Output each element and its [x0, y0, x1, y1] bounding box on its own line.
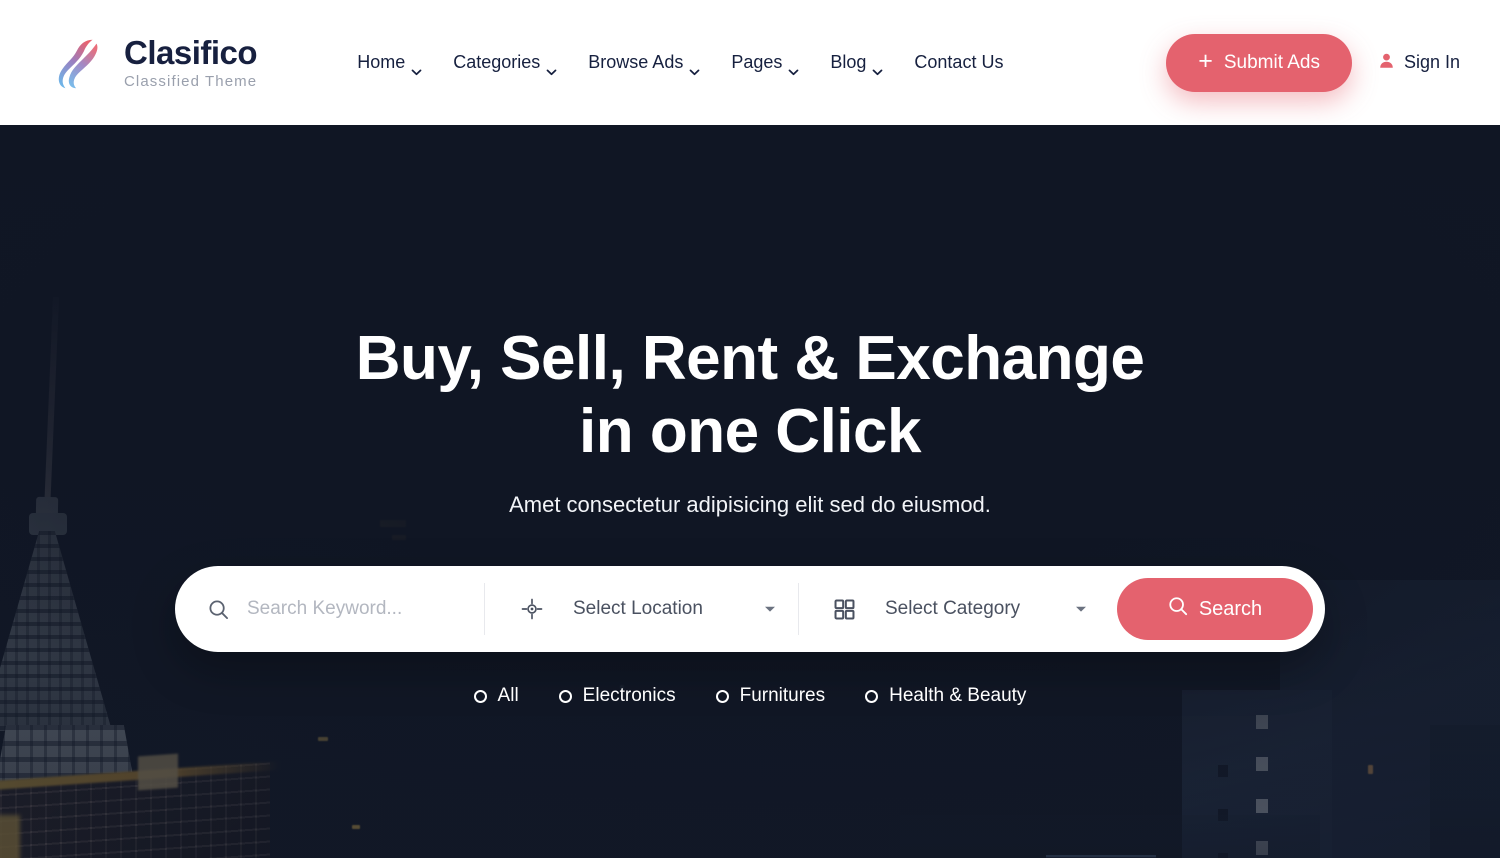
brand-name: Clasifico	[124, 34, 258, 71]
header-actions: + Submit Ads Sign In	[1166, 33, 1460, 92]
category-filter-label: All	[497, 685, 519, 707]
chevron-down-icon	[546, 60, 557, 76]
brand-tagline: Classified Theme	[124, 73, 258, 90]
category-filter-all[interactable]: All	[473, 685, 519, 707]
nav-label: Browse Ads	[588, 52, 684, 72]
radio-icon[interactable]	[558, 689, 572, 703]
user-icon	[1378, 52, 1395, 74]
search-input[interactable]	[247, 598, 477, 621]
nav-item-contact-us[interactable]: Contact Us	[914, 52, 1003, 73]
nav-label: Blog	[830, 52, 867, 72]
grid-squares-icon	[831, 599, 857, 620]
category-select[interactable]: Select Category	[799, 583, 1109, 635]
search-button-label: Search	[1198, 597, 1263, 620]
chevron-down-icon[interactable]	[764, 600, 776, 618]
hero-search-bar: Select Location Select Categ	[175, 566, 1325, 653]
nav-label: Categories	[453, 52, 541, 72]
hero-title-line-1: Buy, Sell, Rent & Exchange	[355, 324, 1145, 393]
sign-in-label: Sign In	[1403, 52, 1460, 72]
nav-item-categories[interactable]: Categories	[453, 52, 557, 76]
plus-icon: +	[1198, 47, 1213, 75]
category-filter-furnitures[interactable]: Furnitures	[715, 685, 826, 707]
hero-title-line-2: in one Click	[579, 396, 921, 466]
search-icon	[1168, 596, 1188, 622]
chevron-down-icon	[411, 60, 422, 76]
hero-title: Buy, Sell, Rent & Exchange in one Click	[356, 323, 1145, 468]
submit-ads-button[interactable]: + Submit Ads	[1166, 33, 1352, 92]
chevron-down-icon	[872, 60, 883, 76]
main-navigation: Home Categories Browse Ads Pages Blog Co…	[357, 52, 1003, 76]
search-button[interactable]: Search	[1117, 578, 1313, 641]
category-filter-label: Electronics	[582, 685, 676, 707]
brand-logo[interactable]: Clasifico Classified Theme	[48, 32, 258, 94]
category-filter-health-beauty[interactable]: Health & Beauty	[865, 685, 1026, 707]
location-crosshair-icon	[519, 598, 545, 620]
location-select[interactable]: Select Location	[485, 583, 799, 636]
flame-wave-logo-icon	[48, 32, 110, 94]
nav-item-home[interactable]: Home	[357, 52, 422, 76]
category-filter-label: Furnitures	[739, 685, 826, 707]
nav-item-pages[interactable]: Pages	[731, 52, 799, 76]
chevron-down-icon	[689, 60, 700, 76]
page-root: Clasifico Classified Theme Home Categori…	[0, 0, 1500, 858]
nav-item-blog[interactable]: Blog	[830, 52, 883, 76]
radio-icon[interactable]	[473, 689, 487, 703]
site-header: Clasifico Classified Theme Home Categori…	[0, 0, 1500, 125]
chevron-down-icon[interactable]	[1075, 600, 1087, 618]
location-select-value: Select Location	[573, 598, 703, 620]
category-filter-row: All Electronics Furnitures Health & Beau…	[473, 685, 1026, 707]
radio-icon[interactable]	[865, 689, 879, 703]
hero-subtitle: Amet consectetur adipisicing elit sed do…	[509, 492, 991, 518]
submit-ads-label: Submit Ads	[1223, 51, 1320, 73]
nav-label: Pages	[731, 52, 783, 72]
search-icon	[205, 599, 231, 620]
nav-label: Contact Us	[914, 52, 1004, 72]
category-filter-electronics[interactable]: Electronics	[558, 685, 676, 707]
hero-section: Buy, Sell, Rent & Exchange in one Click …	[0, 125, 1500, 858]
hero-content: Buy, Sell, Rent & Exchange in one Click …	[0, 125, 1500, 858]
category-select-value: Select Category	[885, 598, 1021, 620]
nav-label: Home	[357, 52, 406, 72]
sign-in-link[interactable]: Sign In	[1378, 52, 1460, 74]
nav-item-browse-ads[interactable]: Browse Ads	[588, 52, 700, 76]
radio-icon[interactable]	[715, 689, 729, 703]
search-keyword-field[interactable]	[175, 583, 485, 636]
category-filter-label: Health & Beauty	[889, 685, 1027, 707]
chevron-down-icon	[788, 60, 799, 76]
